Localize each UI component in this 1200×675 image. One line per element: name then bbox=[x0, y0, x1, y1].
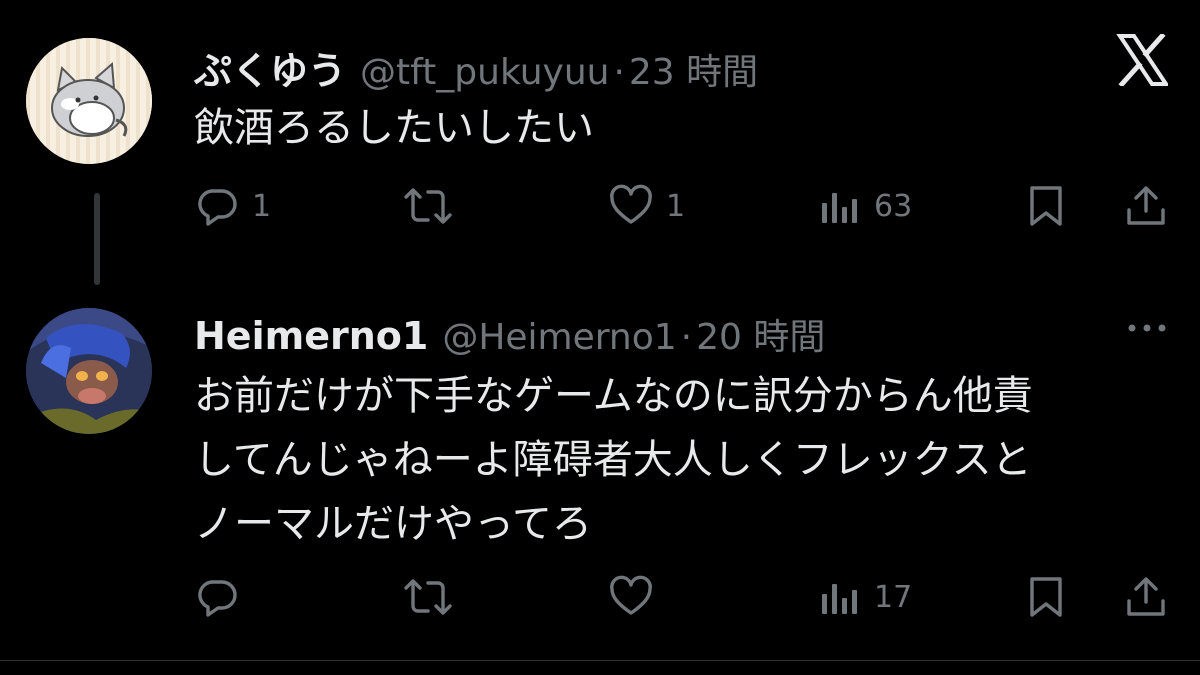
separator-dot: · bbox=[613, 52, 625, 93]
view-count: 63 bbox=[874, 188, 913, 224]
retweet-button[interactable] bbox=[402, 183, 466, 229]
user-handle[interactable]: @tft_pukuyuu bbox=[360, 52, 609, 93]
display-name[interactable]: ぷくゆう bbox=[194, 40, 346, 95]
share-icon bbox=[1127, 577, 1165, 616]
more-options-icon bbox=[1128, 324, 1166, 332]
tweet-text-line: ノーマルだけやってろ bbox=[194, 501, 592, 547]
retweet-icon bbox=[404, 579, 452, 615]
display-name[interactable]: Heimerno1 bbox=[194, 314, 428, 358]
tweet-text-line: 飲酒ろるしたいしたい bbox=[194, 105, 594, 151]
retweet-button[interactable] bbox=[402, 574, 466, 620]
like-button[interactable] bbox=[608, 574, 666, 620]
timestamp[interactable]: 23 時間 bbox=[629, 43, 758, 95]
share-button[interactable] bbox=[1124, 183, 1168, 229]
bookmark-button[interactable] bbox=[1026, 574, 1066, 620]
avatar-illustration bbox=[26, 38, 152, 164]
bookmark-button[interactable] bbox=[1026, 183, 1066, 229]
retweet-icon bbox=[404, 188, 452, 224]
x-logo-icon bbox=[1116, 32, 1170, 88]
tweet-text: お前だけが下手なゲームなのに訳分からん他責 してんじゃねーよ障碍者大人しくフレッ… bbox=[194, 364, 1033, 556]
heart-icon bbox=[610, 575, 652, 615]
avatar-illustration bbox=[26, 308, 152, 434]
share-icon bbox=[1127, 186, 1165, 225]
reply-count: 1 bbox=[252, 188, 272, 224]
views-button[interactable]: 17 bbox=[818, 574, 912, 620]
reply-button[interactable] bbox=[194, 574, 252, 620]
avatar[interactable] bbox=[26, 38, 152, 164]
view-count: 17 bbox=[874, 579, 913, 615]
tweet-header: Heimerno1 @Heimerno1 · 20 時間 bbox=[194, 308, 825, 360]
heart-icon bbox=[610, 184, 652, 224]
bottom-divider bbox=[0, 660, 1200, 661]
timestamp[interactable]: 20 時間 bbox=[696, 308, 825, 360]
views-button[interactable]: 63 bbox=[818, 183, 912, 229]
bookmark-icon bbox=[1030, 186, 1062, 226]
views-chart-icon bbox=[822, 584, 857, 614]
like-count: 1 bbox=[666, 188, 686, 224]
user-handle[interactable]: @Heimerno1 bbox=[442, 317, 676, 358]
tweet-text: 飲酒ろるしたいしたい bbox=[194, 96, 594, 160]
views-chart-icon bbox=[822, 193, 857, 223]
thread-connector bbox=[94, 193, 100, 285]
reply-icon bbox=[198, 189, 237, 226]
bookmark-icon bbox=[1030, 577, 1062, 617]
tweet-text-line: お前だけが下手なゲームなのに訳分からん他責 bbox=[194, 373, 1033, 419]
avatar[interactable] bbox=[26, 308, 152, 434]
separator-dot: · bbox=[680, 317, 693, 358]
share-button[interactable] bbox=[1124, 574, 1168, 620]
tweet-header: ぷくゆう @tft_pukuyuu · 23 時間 bbox=[194, 40, 758, 95]
reply-icon bbox=[198, 580, 237, 617]
more-options-button[interactable] bbox=[1124, 318, 1170, 338]
reply-button[interactable]: 1 bbox=[194, 183, 271, 229]
like-button[interactable]: 1 bbox=[608, 183, 685, 229]
tweet-text-line: してんじゃねーよ障碍者大人しくフレックスと bbox=[194, 437, 1032, 483]
